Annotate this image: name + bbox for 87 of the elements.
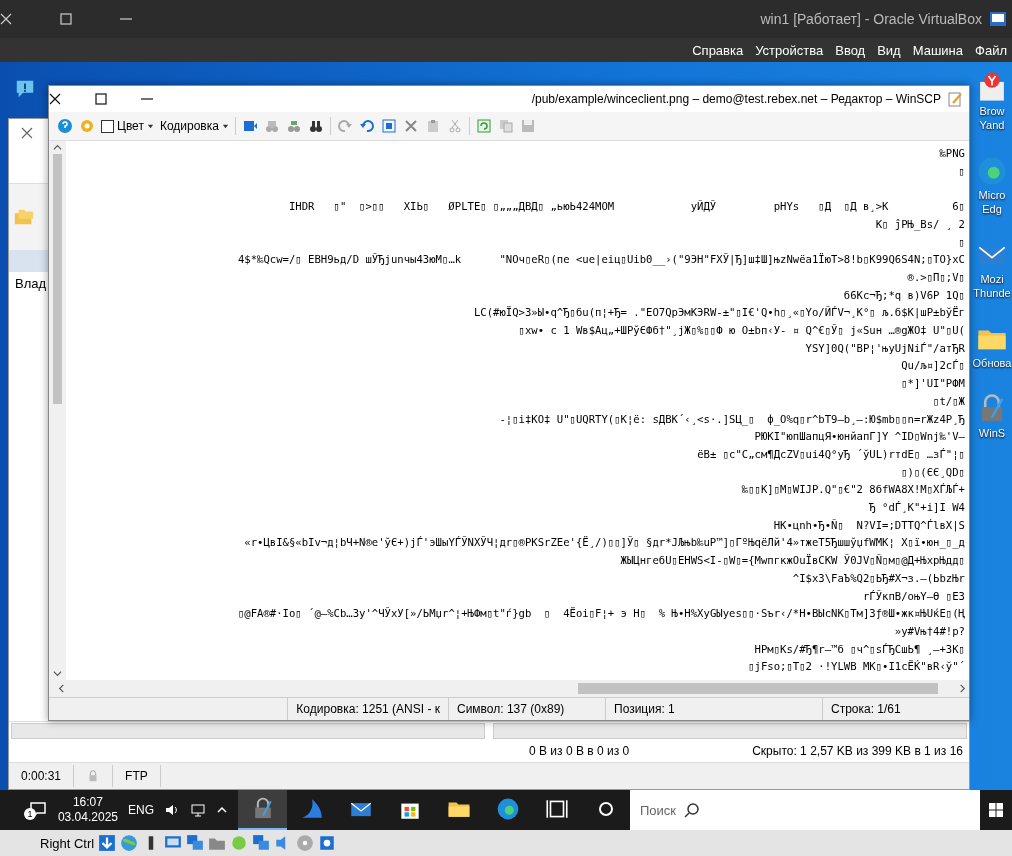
menu-item[interactable]: Устройства xyxy=(750,40,829,60)
text-line: ^I$x3\FаЪ%Q2▯ЬЂ#X¬з.—(ЬbzЊr xyxy=(792,570,965,586)
window-title: /pub/example/winceclient.png – demo@test.rebex.net – Редактор – WinSCP xyxy=(531,92,941,106)
desktop-icon-label: WinS xyxy=(978,426,1006,440)
search-icon xyxy=(684,802,701,818)
column-header: Влад xyxy=(15,276,47,291)
text-line: ▯ xyxy=(958,234,965,250)
menu-item[interactable]: Вид xyxy=(872,40,906,60)
menu-item[interactable]: Ввод xyxy=(830,40,871,60)
text-line: LC(#юЇQ>3»Ы•q^Ђ▯бu(п¦+Ђ= ."EO7QpЭмКЭRW-±"▯I€'Q•h▯¸«▯Yo/ЙЃV¬¸K°▯ љ.б$K|шP±bўЁг xyxy=(473,305,965,321)
menu-item[interactable]: Машина xyxy=(907,40,969,60)
status-text: 0 B из 0 B в 0 из 0 xyxy=(529,744,630,758)
desktop-icon-label: Mozi xyxy=(980,272,1004,286)
text-line: ёВ± ▯с"C„см¶ДсZV▯uі4Q°уЂ ´ўUL)rтdЕ▯ …зЃ"¦▯ xyxy=(697,446,965,462)
scrollbar-thumb[interactable] xyxy=(578,683,938,694)
language-indicator[interactable]: ENG xyxy=(128,803,154,817)
download-icon[interactable] xyxy=(98,834,117,852)
status-text: Скрыто: 1 2,57 KB из 399 KB в 1 из 16 xyxy=(752,744,963,758)
vertical-scrollbar[interactable] xyxy=(49,141,66,680)
text-line: Ђ °dЃ¸K"+i]I W4 xyxy=(869,500,965,516)
speaker-icon[interactable] xyxy=(164,802,180,818)
desktop-icon-label: Edg xyxy=(982,202,1002,216)
close-icon[interactable] xyxy=(49,93,61,105)
menu-item[interactable]: Справка xyxy=(687,40,749,60)
text-line: ‰PNG xyxy=(939,146,965,161)
help-icon[interactable] xyxy=(57,118,73,134)
desktop-icon-label: Yand xyxy=(979,118,1005,132)
protocol-label: FTP xyxy=(113,765,161,787)
text-line: YSY]0Q("BP¦'њуUјNiЃ"/атЂR xyxy=(805,340,965,356)
scroll-left-icon[interactable] xyxy=(57,684,66,693)
text-line: ▯јFso;▯T▯2 ·!YLWB MK▯•I1сЁЌ"вR‹ў"´ xyxy=(748,659,965,675)
desktop-icon-label: Micro xyxy=(978,188,1006,202)
caret-icon[interactable] xyxy=(146,122,154,130)
text-line: ▯*]'UI"PФМ xyxy=(901,376,965,392)
scroll-down-icon[interactable] xyxy=(53,669,62,678)
caret-icon[interactable] xyxy=(221,122,229,130)
text-line: PЮКI"юпШапцЯ•юнйапГ]Y ^ID▯Wnј‰'V– xyxy=(754,429,965,445)
horizontal-scrollbar[interactable] xyxy=(11,723,485,739)
text-line: ‰▯▯K]▯M▯WIJP.Q"▯€"2 8бfWA8X!M▯XЃЉЃ+ xyxy=(741,482,965,498)
undo-icon[interactable] xyxy=(358,118,375,134)
text-line: rЃЎкпВ/оњY–Ө ▯ЕЗ xyxy=(862,588,965,604)
text-line: 4$*‰Qcw=/▯ EBH9ьд/D шЎЂјunчы43юМ▯…k "NOч▯eR▯(пе <ue|eiц▯Uib0__›("9ЭН"FXЎ|Ђ]ш‡Ш]њzNwёа1ЇюТ>8!b▯K99Q6S4N;▯TO}xC xyxy=(237,252,965,268)
circle-icon[interactable] xyxy=(597,801,614,817)
text-line: ®.>▯П▯;V▯ xyxy=(907,269,965,285)
desktop-icon-label: Thunde xyxy=(973,286,1011,300)
text-line: HPм▯Kѕ/#Ђ¶r–™б ▯ч^▯ѕЃЂСшЬ¶ ¸—+ЗК▯ xyxy=(754,641,965,657)
host-key-label: Right Ctrl xyxy=(40,835,95,851)
elapsed-time: 0:00:31 xyxy=(9,765,75,787)
delete-icon[interactable] xyxy=(402,118,419,134)
notepad-icon xyxy=(947,91,963,107)
maximize-icon[interactable] xyxy=(95,93,107,105)
text-line: б6Kс¬Ђ;*q в)V6P 1Q▯ xyxy=(843,287,965,303)
notification-count: 1 xyxy=(23,808,36,820)
text-line: ▯xw• с 1 Wв$Ац„+ШРўЄФб†"¸јЖ▯%▯▯Ф ю О±bп‹У- ¤ Q^€▯Ў▯ ј«Suн …®gЖО‡ U"▯U( xyxy=(518,323,965,338)
menu-item[interactable]: Файл xyxy=(970,40,1012,60)
text-line: HK•цnh•Ђ•Ñ▯ N?VI=;DTTQ^ЃlвX|S xyxy=(773,517,965,534)
color-checkbox[interactable]: Цвет xyxy=(101,119,154,133)
search-field[interactable]: Поиск xyxy=(630,790,980,830)
desktop-icon-label: Brow xyxy=(979,104,1005,118)
window-title: win1 [Работает] - Oracle VirtualBox xyxy=(760,11,982,27)
status-field: Позиция: 1 xyxy=(605,698,822,720)
text-line: K▯ ĵPЊ_Bs/ ¸ 2 xyxy=(875,216,965,233)
scrollbar-thumb[interactable] xyxy=(53,154,62,404)
disc-icon[interactable] xyxy=(296,834,315,852)
scroll-up-icon[interactable] xyxy=(53,143,62,152)
status-field: Строка: 1/61 xyxy=(822,698,969,720)
text-line: ЖЫЦнгебU▯EHWS<I-▯W▯={MwпгкжОuЇвСКW Ў0JV▯Ñ▯м▯@Д+ЊхрЊдд▯ xyxy=(620,553,965,569)
encoding-dropdown[interactable]: Кодировка xyxy=(159,119,229,133)
horizontal-scrollbar[interactable] xyxy=(49,680,969,697)
clock[interactable]: 16:07 03.04.2025 xyxy=(57,795,118,825)
app-icon xyxy=(988,9,1008,29)
text-line: ▯t/▯Ж xyxy=(933,393,965,409)
text-line: -¦▯i‡КО‡ U"▯UQRTY(▯K¦ё: sДВК´‹¸<s·.]SЦ_▯ ф_O%q▯r^bT9—b¸—:Ю$mb▯▯n=rЖz4P¸Ђ xyxy=(499,411,965,428)
scroll-right-icon[interactable] xyxy=(958,684,967,693)
text-line: ▯)▯(ЄЄ¸QD▯ xyxy=(901,464,965,480)
text-line: «r•ЦвI&§«bIv¬д¦bЧ+N®е'ўЄ+)јЃ'эШыYЃЎNXЎЧ¦дr▯®PKSrZЕе'{Ё¸/)▯▯]Ў▯ §дr*JЉњb‰uP™]▯ГºЊqёЛй'4»тжeT5ЂшшўџfWMK¦ X▯ї•юн_▯_д xyxy=(244,535,965,551)
text-line: IHDR ▯" ▯>▯▯ XIЬ▯ ØPLTE▯ ▯„„„ДВД▯ „ьюЬ424MOM уЙДЎ pHYs ▯Д ▯Д в¸>К 6▯ xyxy=(288,199,965,215)
status-field: Кодировка: 1251 (ANSI - к xyxy=(287,698,448,720)
windows-logo-icon[interactable] xyxy=(988,802,1004,818)
status-field: Символ: 137 (0x89) xyxy=(448,698,605,720)
binoculars-icon[interactable] xyxy=(307,118,324,134)
text-line: ▯@FA®#·Io▯ ´@–%Cb…3у'^ЧЎхУ[»/ЬMџr^¦+ЊФм▯t"ѓ}gb ▯ 4Ёоі▯F¦+ э H▯ % Њ•H%XуGЫуеѕ▯▯·Sъr‹/*H•ВЫсNК▯Tм]3ƒ®Ш•жк¤ЊUќЕ▯(Ң xyxy=(237,606,965,622)
horizontal-scrollbar[interactable] xyxy=(493,723,967,739)
text-line: »у#Vњ†4#!p? xyxy=(894,623,965,639)
text-line: Qu/љ¤]2cЃ▯ xyxy=(901,358,965,374)
desktop-icon-label: Обнова xyxy=(972,356,1012,370)
text-line: ▯ xyxy=(958,163,965,179)
